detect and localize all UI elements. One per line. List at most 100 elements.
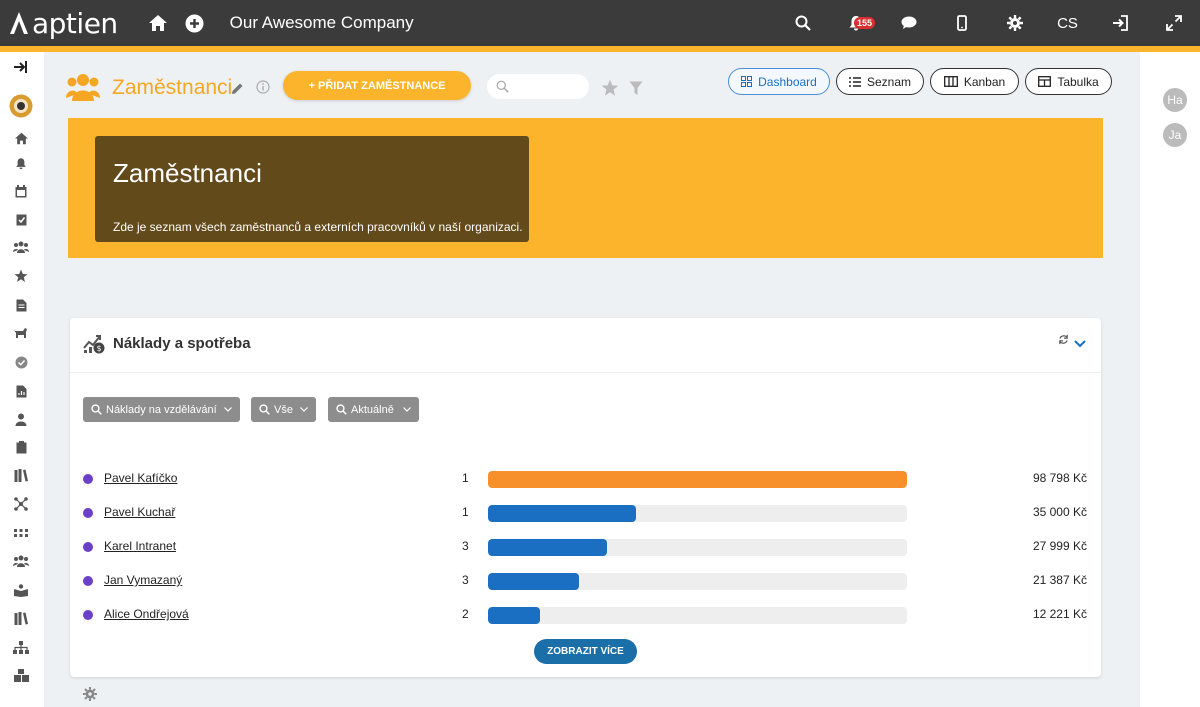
banner-title: Zaměstnanci: [113, 158, 262, 188]
widget-title: Náklady a spotřeba: [113, 335, 251, 352]
cost-amount: 21 387 Kč: [1032, 573, 1087, 587]
divider: [70, 372, 1101, 373]
org-chart-nav-icon[interactable]: [12, 638, 30, 656]
assets-nav-icon[interactable]: [12, 666, 30, 684]
filter-icon[interactable]: [629, 81, 643, 101]
table-row: Karel Intranet 3 27 999 Kč: [70, 537, 1101, 557]
mobile-icon[interactable]: [935, 0, 988, 46]
item-count: 3: [462, 573, 469, 587]
edit-icon[interactable]: [231, 82, 244, 100]
refresh-icon[interactable]: [1058, 332, 1069, 350]
training-nav-icon[interactable]: [12, 581, 30, 599]
cost-bar-fill: [488, 539, 607, 556]
network-nav-icon[interactable]: [12, 495, 30, 513]
view-label: Seznam: [866, 74, 912, 89]
view-kanban-button[interactable]: Kanban: [930, 68, 1019, 95]
search-icon[interactable]: [776, 0, 829, 46]
logo-text: aptien: [32, 6, 118, 40]
filter-period[interactable]: Aktuálně: [328, 397, 419, 422]
view-list-button[interactable]: Seznam: [836, 68, 924, 95]
banner-description: Zde je seznam všech zaměstnanců a extern…: [113, 220, 523, 234]
collapse-sidebar-icon[interactable]: [12, 58, 30, 76]
employees-icon: [66, 72, 100, 107]
check-circle-nav-icon[interactable]: [12, 353, 30, 371]
avatar[interactable]: Ha: [1163, 88, 1187, 112]
employee-link[interactable]: Pavel Kuchař: [104, 505, 175, 519]
document-nav-icon[interactable]: [12, 296, 30, 314]
chevron-down-icon[interactable]: [1074, 335, 1086, 353]
notifications-icon[interactable]: 155: [829, 0, 882, 46]
status-dot: [83, 508, 93, 518]
chat-icon[interactable]: [882, 0, 935, 46]
favorite-star-icon[interactable]: [601, 79, 619, 102]
status-dot: [83, 474, 93, 484]
cost-bar-track: [488, 471, 907, 488]
cost-bar-fill: [488, 505, 637, 522]
filter-label: Náklady na vzdělávání: [106, 403, 217, 416]
employee-link[interactable]: Alice Ondřejová: [104, 607, 189, 621]
view-label: Dashboard: [758, 74, 817, 89]
team-nav-icon[interactable]: [12, 552, 30, 570]
logout-icon[interactable]: [1094, 0, 1147, 46]
cost-amount: 35 000 Kč: [1032, 505, 1087, 519]
item-count: 1: [462, 505, 469, 519]
status-dot: [83, 610, 93, 620]
show-more-button[interactable]: ZOBRAZIT VÍCE: [534, 639, 637, 664]
gear-icon[interactable]: [988, 0, 1041, 46]
status-dot: [83, 576, 93, 586]
list-icon: [848, 76, 861, 87]
cost-bar-track: [488, 607, 907, 624]
cost-amount: 12 221 Kč: [1032, 607, 1087, 621]
user-avatar[interactable]: [9, 94, 33, 118]
view-dashboard-button[interactable]: Dashboard: [728, 68, 830, 95]
view-label: Tabulka: [1057, 74, 1099, 89]
library-nav-icon[interactable]: [12, 466, 30, 484]
costs-chart-icon: $: [83, 332, 105, 359]
employee-link[interactable]: Pavel Kafíčko: [104, 471, 177, 485]
view-table-button[interactable]: Tabulka: [1025, 68, 1112, 95]
cost-amount: 98 798 Kč: [1032, 471, 1087, 485]
report-nav-icon[interactable]: [12, 382, 30, 400]
search-icon: [336, 404, 347, 415]
grid-nav-icon[interactable]: [12, 524, 30, 542]
employee-link[interactable]: Karel Intranet: [104, 539, 176, 553]
page-title: Zaměstnanci: [112, 76, 233, 99]
dashboard-icon: [741, 76, 753, 87]
search-icon: [259, 404, 270, 415]
home-nav-icon[interactable]: [12, 129, 30, 147]
expand-icon[interactable]: [1147, 0, 1200, 46]
home-icon[interactable]: [148, 14, 168, 32]
app-logo[interactable]: aptien: [8, 7, 118, 40]
bell-nav-icon[interactable]: [12, 154, 30, 172]
info-icon[interactable]: [256, 80, 270, 99]
animal-nav-icon[interactable]: [12, 324, 30, 342]
filter-scope[interactable]: Vše: [251, 397, 316, 422]
avatar[interactable]: Ja: [1163, 123, 1187, 147]
language-switch[interactable]: CS: [1041, 0, 1094, 46]
search-input[interactable]: [487, 74, 589, 99]
books-nav-icon[interactable]: [12, 609, 30, 627]
add-circle-icon[interactable]: [185, 14, 204, 33]
status-dot: [83, 542, 93, 552]
cost-bar-track: [488, 505, 907, 522]
cost-bar-fill: [488, 471, 907, 488]
filter-cost-type[interactable]: Náklady na vzdělávání: [83, 397, 240, 422]
search-icon: [91, 404, 102, 415]
calendar-nav-icon[interactable]: [12, 182, 30, 200]
cost-bar-track: [488, 539, 907, 556]
filter-label: Vše: [274, 403, 293, 416]
add-employee-button[interactable]: + PŘIDAT ZAMĚSTNANCE: [283, 71, 471, 100]
clipboard-nav-icon[interactable]: [12, 438, 30, 456]
search-icon: [496, 80, 509, 93]
right-panel: Ha Ja: [1140, 52, 1200, 707]
cost-amount: 27 999 Kč: [1032, 539, 1087, 553]
table-row: Jan Vymazaný 3 21 387 Kč: [70, 571, 1101, 591]
tasks-nav-icon[interactable]: [12, 210, 30, 228]
company-name[interactable]: Our Awesome Company: [230, 13, 414, 33]
people-nav-icon[interactable]: [12, 238, 30, 256]
employee-link[interactable]: Jan Vymazaný: [104, 573, 182, 587]
star-nav-icon[interactable]: [12, 267, 30, 285]
settings-gear-icon[interactable]: [83, 687, 97, 706]
person-nav-icon[interactable]: [12, 410, 30, 428]
item-count: 1: [462, 471, 469, 485]
